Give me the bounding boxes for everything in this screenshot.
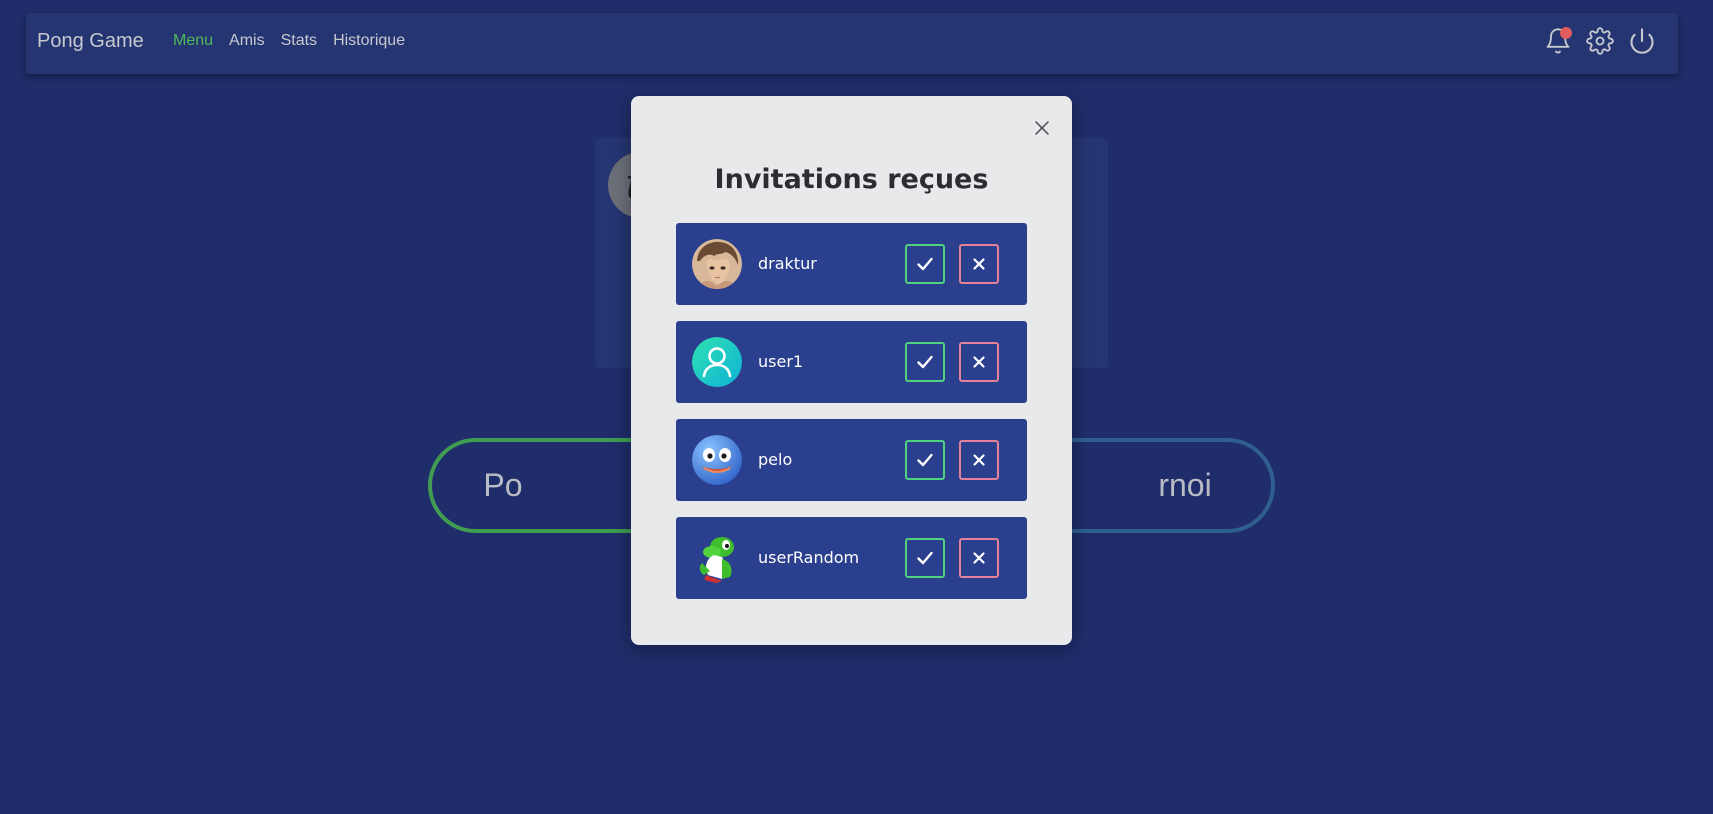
invitation-row: userRandom [676, 517, 1027, 599]
x-icon [973, 356, 985, 368]
blue-slime-avatar [692, 435, 742, 485]
invitation-username: user1 [758, 352, 804, 371]
check-icon [917, 355, 933, 369]
invitation-username: userRandom [758, 548, 860, 567]
invitation-username: draktur [758, 254, 817, 273]
invitation-username: pelo [758, 450, 793, 469]
invitation-row: draktur [676, 223, 1027, 305]
invitation-list: draktur user1 pelo userRandom [676, 223, 1027, 615]
decline-button[interactable] [959, 244, 999, 284]
invitations-modal: Invitations reçues draktur user1 pelo us… [631, 96, 1072, 645]
modal-title: Invitations reçues [714, 164, 989, 195]
check-icon [917, 257, 933, 271]
anime-character-avatar [692, 239, 742, 289]
x-icon [973, 454, 985, 466]
invitation-row: pelo [676, 419, 1027, 501]
x-icon [973, 552, 985, 564]
accept-button[interactable] [905, 538, 945, 578]
decline-button[interactable] [959, 538, 999, 578]
check-icon [917, 551, 933, 565]
green-dinosaur-avatar [692, 533, 742, 583]
accept-button[interactable] [905, 440, 945, 480]
close-icon[interactable] [1032, 118, 1052, 138]
x-icon [973, 258, 985, 270]
accept-button[interactable] [905, 244, 945, 284]
decline-button[interactable] [959, 440, 999, 480]
check-icon [917, 453, 933, 467]
invitation-row: user1 [676, 321, 1027, 403]
decline-button[interactable] [959, 342, 999, 382]
default-user-avatar [692, 337, 742, 387]
accept-button[interactable] [905, 342, 945, 382]
